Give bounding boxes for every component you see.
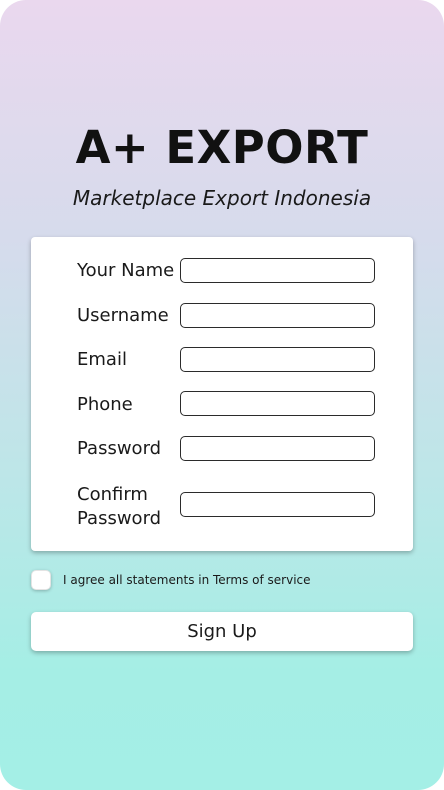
your-name-input[interactable] — [180, 258, 375, 283]
signup-screen: A+ EXPORT Marketplace Export Indonesia Y… — [0, 0, 444, 790]
username-label: Username — [77, 305, 169, 326]
tagline: Marketplace Export Indonesia — [72, 186, 372, 210]
terms-agreement-text: I agree all statements in Terms of servi… — [63, 573, 311, 587]
username-input[interactable] — [180, 303, 375, 328]
terms-agreement-row: I agree all statements in Terms of servi… — [31, 569, 311, 591]
signup-form-card: Your Name Username Email Phone Password … — [31, 237, 413, 551]
phone-input[interactable] — [180, 391, 375, 416]
email-input[interactable] — [180, 347, 375, 372]
terms-checkbox[interactable] — [31, 570, 51, 590]
confirm-password-label: Confirm Password — [77, 484, 162, 529]
brand-title: A+ EXPORT — [75, 121, 369, 174]
your-name-label: Your Name — [77, 260, 175, 281]
email-label: Email — [77, 349, 127, 370]
sign-up-button[interactable]: Sign Up — [31, 612, 413, 651]
confirm-password-input[interactable] — [180, 492, 375, 517]
password-input[interactable] — [180, 436, 375, 461]
phone-label: Phone — [77, 394, 133, 415]
password-label: Password — [77, 438, 162, 459]
